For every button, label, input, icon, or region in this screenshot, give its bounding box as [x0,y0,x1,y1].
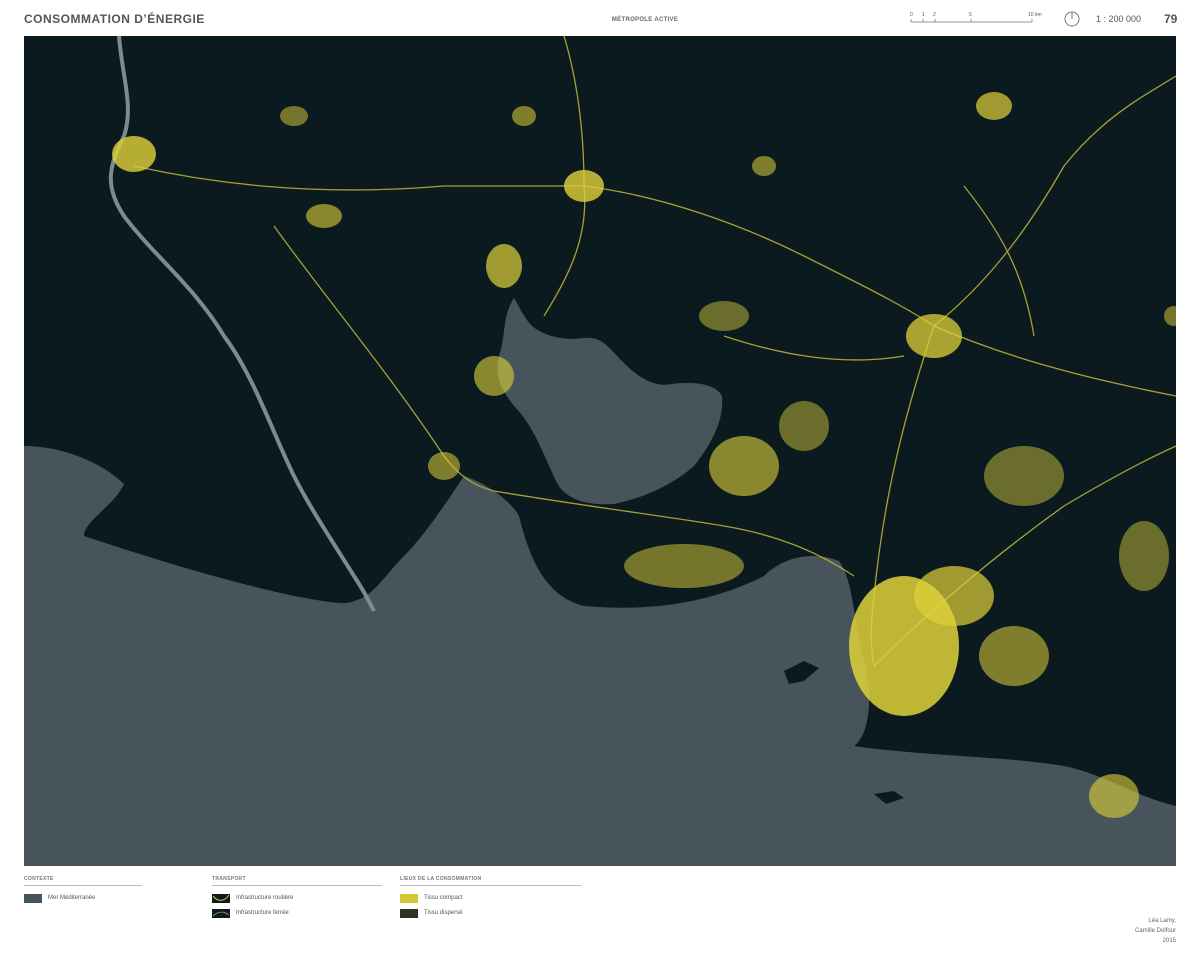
legend-label: Tissu dispersé [424,910,463,916]
legend-heading: LIEUX DE LA CONSOMMATION [400,876,581,886]
legend-item: Tissu dispersé [400,906,581,920]
credit-line: Camille Dolfour [1134,928,1176,934]
energy-consumption-map [24,36,1176,866]
page-number: 79 [1164,12,1178,26]
legend-transport: TRANSPORT Infrastructure routière Infras… [212,876,382,921]
legend-item: Infrastructure routière [212,891,382,905]
dispersed-swatch [400,908,418,918]
credit-line: Léa Lamy, [1148,918,1176,924]
scale-tick-label: 10 km [1028,12,1042,18]
scale-bar: 0 1 2 5 10 km [910,12,1042,23]
north-arrow-icon [1064,11,1080,27]
scale-tick-label: 0 [910,12,913,18]
map-title: CONSOMMATION D’ÉNERGIE [24,12,205,26]
legend-item: Mer Méditerranée [24,891,142,905]
legend-label: Infrastructure ferrée [236,910,289,916]
legend-label: Infrastructure routière [236,895,294,901]
legend-item: Infrastructure ferrée [212,906,382,920]
credits: Léa Lamy, Camille Dolfour 2015 [1135,916,1176,946]
legend-contexte: CONTEXTE Mer Méditerranée [24,876,142,906]
legend-label: Tissu compact [424,895,463,901]
map-subtitle: MÉTROPOLE ACTIVE [611,17,679,23]
legend-label: Mer Méditerranée [48,895,96,901]
road-swatch [212,893,230,903]
sea-swatch [24,893,42,903]
compact-swatch [400,893,418,903]
map-scale: 1 : 200 000 [1096,14,1142,24]
legend-heading: TRANSPORT [212,876,382,886]
rail-swatch [212,908,230,918]
scale-tick-label: 2 [933,12,936,18]
legend-heading: CONTEXTE [24,876,142,886]
legend-item: Tissu compact [400,891,581,905]
legend-consommation: LIEUX DE LA CONSOMMATION Tissu compact T… [400,876,581,921]
credit-line: 2015 [1162,938,1176,944]
scale-tick-label: 1 [922,12,925,18]
scale-tick-label: 5 [969,12,972,18]
